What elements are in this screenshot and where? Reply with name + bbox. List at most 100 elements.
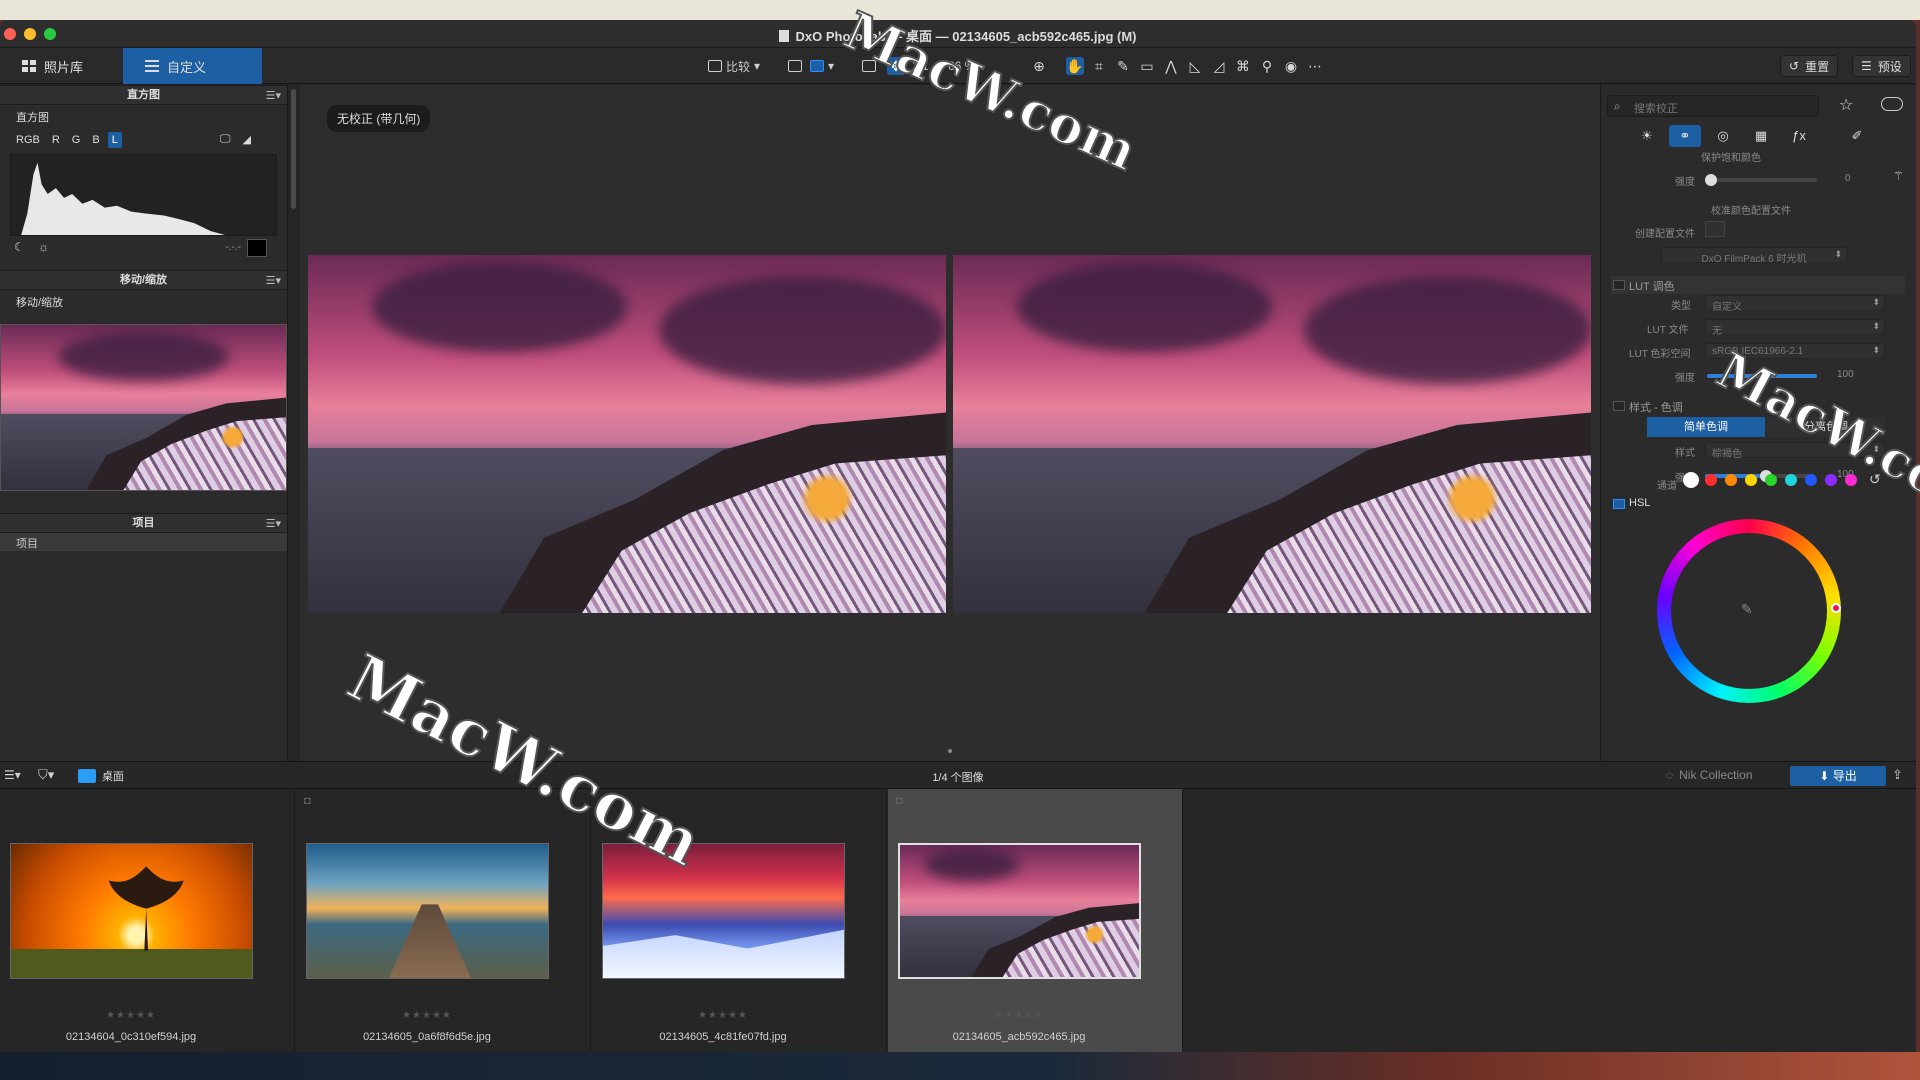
menu-icon[interactable]: ☰▾ [266, 272, 281, 290]
channel-r[interactable]: R [48, 132, 64, 148]
share-icon[interactable]: ⇪ [1892, 767, 1903, 783]
thumbnail-image [306, 843, 549, 979]
geometry-tab-icon[interactable]: ▦ [1745, 125, 1777, 147]
channel-all-dot[interactable] [1683, 472, 1699, 488]
chevron-down-icon: ▾ [754, 59, 761, 73]
repair-icon[interactable]: ⌘ [1234, 57, 1252, 75]
lut-file-select[interactable]: 无 [1705, 319, 1885, 337]
star-icon[interactable]: ☆ [1839, 95, 1853, 115]
file-name: 02134605_acb592c465.jpg [952, 1031, 1086, 1043]
original-image[interactable] [308, 255, 946, 613]
channel-rgb[interactable]: RGB [12, 132, 44, 148]
filmstrip-item[interactable]: ★★★★★ 02134604_0c310ef594.jpg [0, 789, 295, 1052]
move-zoom-subtitle: 移动/缩放 [16, 297, 64, 309]
export-button[interactable]: ⬇ 导出 [1790, 766, 1886, 786]
moon-icon[interactable]: ☾ [14, 240, 25, 254]
zoom-in-icon[interactable]: ⊕ [1030, 57, 1048, 75]
channel-green-dot[interactable] [1765, 474, 1777, 486]
search-corrections-input[interactable]: ⌕ 搜索校正 [1607, 95, 1819, 117]
crop-icon[interactable]: ⌗ [1090, 57, 1108, 75]
clone-icon[interactable]: ⚲ [1258, 57, 1276, 75]
channel-red-dot[interactable] [1705, 474, 1717, 486]
eyedropper-icon[interactable]: ✎ [1741, 601, 1753, 618]
magic-wand-icon[interactable]: ⚚ [1893, 169, 1904, 183]
toggle-icon[interactable] [1881, 97, 1903, 111]
file-name: 02134604_0c310ef594.jpg [65, 1031, 197, 1043]
hsl-header[interactable]: HSL [1611, 495, 1905, 513]
tab-customize[interactable]: 自定义 [123, 48, 262, 84]
compare-button[interactable]: 比较 ▾ [708, 56, 760, 76]
hsl-enable-checkbox[interactable] [1613, 499, 1625, 509]
channel-magenta-dot[interactable] [1845, 474, 1857, 486]
simple-tone-button[interactable]: 简单色调 [1647, 417, 1765, 437]
thumbnail-image [10, 843, 253, 979]
channel-purple-dot[interactable] [1825, 474, 1837, 486]
perspective-icon[interactable]: ⋀ [1162, 57, 1180, 75]
channel-label: 通道 [1657, 481, 1677, 492]
style-enable-checkbox[interactable] [1613, 401, 1625, 411]
split-divider-handle[interactable] [948, 749, 952, 753]
create-profile-button[interactable] [1705, 221, 1725, 237]
color-tab-icon[interactable]: ⚭ [1669, 125, 1701, 147]
channel-orange-dot[interactable] [1725, 474, 1737, 486]
file-name: 02134605_4c81fe07fd.jpg [659, 1031, 787, 1043]
lut-strength-value[interactable]: 100 [1837, 369, 1854, 380]
channel-g[interactable]: G [68, 132, 85, 148]
histogram-readout: -.-.- [225, 242, 241, 253]
highlight-warning-icon[interactable]: ◢ [238, 131, 254, 148]
hand-tool-icon[interactable]: ✋ [1066, 57, 1084, 75]
document-icon [779, 30, 790, 42]
filmstrip-item-selected[interactable]: ◘ ★★★★★ 02134605_acb592c465.jpg [888, 789, 1183, 1052]
monitor-icon[interactable]: 🖵 [216, 131, 235, 148]
style-strength-slider[interactable] [1705, 470, 1815, 482]
channel-l[interactable]: L [107, 131, 122, 148]
histogram-graph [10, 154, 277, 236]
lut-section-header[interactable]: LUT 调色 [1611, 276, 1905, 294]
light-tab-icon[interactable]: ☀ [1631, 125, 1663, 147]
rating-stars[interactable]: ★★★★★ [888, 1010, 1150, 1021]
eyedropper-icon[interactable]: ✎ [1114, 57, 1132, 75]
corrected-image[interactable] [953, 255, 1591, 613]
channel-b[interactable]: B [88, 132, 103, 148]
split-view-button[interactable]: ▾ [810, 56, 834, 76]
histogram-header[interactable]: 直方图 ☰▾ [0, 85, 287, 105]
intensity-slider[interactable] [1705, 174, 1817, 186]
project-item[interactable]: 项目 [0, 533, 287, 551]
lut-type-select[interactable]: 自定义 [1705, 295, 1885, 313]
menu-icon[interactable]: ☰▾ [266, 87, 281, 105]
left-panel-scrollbar[interactable] [289, 85, 299, 761]
image-viewer[interactable]: 无校正 (带几何) [300, 85, 1600, 761]
rating-stars[interactable]: ★★★★★ [592, 1010, 854, 1021]
rating-stars[interactable]: ★★★★★ [296, 1010, 558, 1021]
hsl-wheel-handle[interactable] [1831, 603, 1841, 613]
volume-deformation-icon[interactable]: ◺ [1186, 57, 1204, 75]
project-header[interactable]: 项目 ☰▾ [0, 513, 287, 533]
channel-cyan-dot[interactable] [1785, 474, 1797, 486]
overlay-icon[interactable]: ⋯ [1306, 57, 1324, 75]
preset-button[interactable]: ☰ 预设 [1852, 55, 1911, 77]
tab-photo-library[interactable]: 照片库 [0, 48, 122, 84]
filmstrip-item[interactable]: ◘ ★★★★★ 02134605_0a6f8f6d5e.jpg [296, 789, 591, 1052]
sun-icon[interactable]: ☼ [38, 240, 49, 254]
histogram-channels: RGB R G B L 🖵 ◢ [0, 131, 287, 148]
local-tab-icon[interactable]: ✐ [1841, 125, 1873, 147]
menu-icon[interactable]: ☰▾ [266, 515, 281, 533]
calibrate-profile-label: 校准颜色配置文件 [1711, 206, 1791, 217]
detail-tab-icon[interactable]: ◎ [1707, 125, 1739, 147]
horizon-icon[interactable]: ▭ [1138, 57, 1156, 75]
red-eye-icon[interactable]: ◉ [1282, 57, 1300, 75]
navigator-thumbnail[interactable] [0, 324, 287, 491]
local-adjust-icon[interactable]: ◿ [1210, 57, 1228, 75]
reset-button[interactable]: ↺ 重置 [1780, 55, 1839, 77]
rating-stars[interactable]: ★★★★★ [0, 1010, 262, 1021]
effects-tab-icon[interactable]: ƒx [1783, 125, 1815, 147]
preset-icon: ☰ [1861, 59, 1872, 73]
filmpack-button[interactable]: DxO FilmPack 6 时光机 [1661, 247, 1847, 265]
single-view-button[interactable] [788, 56, 802, 76]
lut-enable-checkbox[interactable] [1613, 280, 1625, 290]
intensity-value[interactable]: 0 [1845, 173, 1851, 184]
move-zoom-header[interactable]: 移动/缩放 ☰▾ [0, 270, 287, 290]
channel-yellow-dot[interactable] [1745, 474, 1757, 486]
nik-collection-button[interactable]: ◌ Nik Collection [1666, 768, 1753, 782]
channel-blue-dot[interactable] [1805, 474, 1817, 486]
